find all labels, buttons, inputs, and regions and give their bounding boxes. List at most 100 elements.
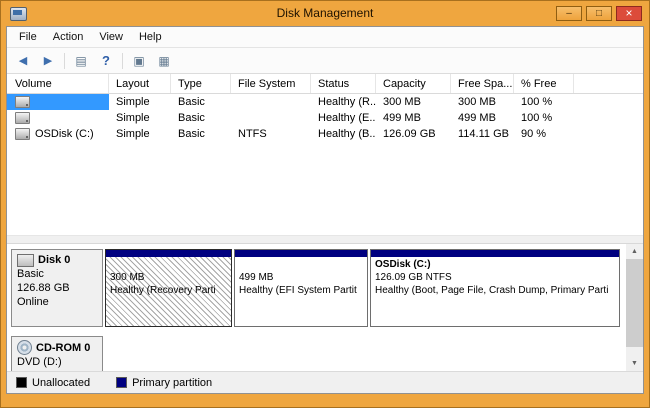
toolbar-separator	[64, 53, 65, 69]
legend-primary-partition: Primary partition	[116, 377, 212, 389]
column-header-status[interactable]: Status	[311, 74, 376, 93]
drive-icon	[15, 128, 30, 140]
pane-splitter[interactable]	[7, 235, 643, 244]
toolbar-separator	[122, 53, 123, 69]
partition-size: 300 MB	[110, 271, 227, 284]
minimize-button[interactable]: –	[556, 6, 582, 21]
drive-icon	[15, 112, 30, 124]
legend-unallocated: Unallocated	[16, 377, 90, 389]
partition-recovery[interactable]: 300 MB Healthy (Recovery Parti	[105, 249, 232, 327]
type-cell: Basic	[171, 110, 231, 126]
column-header-layout[interactable]: Layout	[109, 74, 171, 93]
layout-cell: Simple	[109, 94, 171, 110]
cdrom-label-panel[interactable]: CD-ROM 0 DVD (D:)	[11, 336, 103, 371]
type-cell: Basic	[171, 94, 231, 110]
client-area: File Action View Help ◀ ▶ ▤ ? ▣ ▦ Volume…	[6, 26, 644, 394]
pct-free-cell: 100 %	[514, 110, 574, 126]
titlebar[interactable]: Disk Management – □ ×	[1, 1, 649, 26]
capacity-cell: 499 MB	[376, 110, 451, 126]
disk0-size: 126.88 GB	[17, 281, 98, 295]
volume-cell	[7, 110, 109, 126]
primary-partition-swatch	[116, 377, 127, 388]
partition-color-bar	[106, 250, 231, 257]
legend-label: Primary partition	[132, 377, 212, 389]
partition-color-bar	[371, 250, 619, 257]
partition-status: Healthy (Boot, Page File, Crash Dump, Pr…	[375, 284, 615, 297]
legend-label: Unallocated	[32, 377, 90, 389]
window-title: Disk Management	[1, 1, 649, 26]
capacity-cell: 300 MB	[376, 94, 451, 110]
file-system-cell	[231, 110, 311, 126]
cdrom-type: DVD (D:)	[17, 355, 98, 369]
column-header-type[interactable]: Type	[171, 74, 231, 93]
partition-size: 126.09 GB NTFS	[375, 271, 615, 284]
partition-efi[interactable]: 499 MB Healthy (EFI System Partit	[234, 249, 368, 327]
computer-icon[interactable]: ▣	[130, 52, 148, 69]
disk0-type: Basic	[17, 267, 98, 281]
pct-free-cell: 90 %	[514, 126, 574, 142]
layout-cell: Simple	[109, 126, 171, 142]
table-row-recovery[interactable]: Simple Basic Healthy (R... 300 MB 300 MB…	[7, 94, 643, 110]
status-cell: Healthy (E...	[311, 110, 376, 126]
back-icon[interactable]: ◀	[14, 52, 32, 69]
column-header-filler	[574, 74, 643, 93]
partition-name: OSDisk (C:)	[375, 258, 615, 271]
capacity-cell: 126.09 GB	[376, 126, 451, 142]
menu-view[interactable]: View	[91, 29, 131, 45]
graphical-view-pane: Disk 0 Basic 126.88 GB Online 300 MB Hea…	[7, 244, 643, 371]
column-header-pct-free[interactable]: % Free	[514, 74, 574, 93]
drive-icon	[15, 96, 30, 108]
disk0-status: Online	[17, 295, 98, 309]
unallocated-swatch	[16, 377, 27, 388]
file-system-cell: NTFS	[231, 126, 311, 142]
cdrom-name: CD-ROM 0	[36, 341, 90, 355]
table-row-osdisk[interactable]: OSDisk (C:) Simple Basic NTFS Healthy (B…	[7, 126, 643, 142]
column-header-capacity[interactable]: Capacity	[376, 74, 451, 93]
partition-osdisk[interactable]: OSDisk (C:) 126.09 GB NTFS Healthy (Boot…	[370, 249, 620, 327]
disk0-row: Disk 0 Basic 126.88 GB Online 300 MB Hea…	[11, 249, 620, 327]
vertical-scrollbar[interactable]: ▲ ▼	[626, 244, 643, 371]
scroll-up-icon[interactable]: ▲	[626, 244, 643, 259]
partition-size: 499 MB	[239, 271, 363, 284]
disk0-label-panel[interactable]: Disk 0 Basic 126.88 GB Online	[11, 249, 103, 327]
cdrom-row: CD-ROM 0 DVD (D:)	[11, 336, 620, 371]
type-cell: Basic	[171, 126, 231, 142]
partition-status: Healthy (EFI System Partit	[239, 284, 363, 297]
console-tree-icon[interactable]: ▤	[72, 52, 90, 69]
layout-cell: Simple	[109, 110, 171, 126]
free-space-cell: 300 MB	[451, 94, 514, 110]
column-header-free-space[interactable]: Free Spa...	[451, 74, 514, 93]
maximize-button[interactable]: □	[586, 6, 612, 21]
cd-rom-icon	[17, 340, 32, 355]
volume-list-header: Volume Layout Type File System Status Ca…	[7, 74, 643, 94]
disk-management-window: Disk Management – □ × File Action View H…	[0, 0, 650, 408]
toolbar: ◀ ▶ ▤ ? ▣ ▦	[7, 48, 643, 74]
partition-color-bar	[235, 250, 367, 257]
menu-bar: File Action View Help	[7, 27, 643, 48]
forward-icon[interactable]: ▶	[39, 52, 57, 69]
free-space-cell: 114.11 GB	[451, 126, 514, 142]
menu-file[interactable]: File	[11, 29, 45, 45]
file-system-cell	[231, 94, 311, 110]
status-cell: Healthy (R...	[311, 94, 376, 110]
help-icon[interactable]: ?	[97, 52, 115, 69]
close-button[interactable]: ×	[616, 6, 642, 21]
disk0-name: Disk 0	[38, 253, 70, 267]
scrollbar-thumb[interactable]	[626, 259, 643, 347]
window-controls: – □ ×	[556, 6, 642, 21]
free-space-cell: 499 MB	[451, 110, 514, 126]
volume-cell	[7, 94, 109, 110]
pct-free-cell: 100 %	[514, 94, 574, 110]
legend-bar: Unallocated Primary partition	[7, 371, 643, 393]
column-header-volume[interactable]: Volume	[7, 74, 109, 93]
table-row-efi[interactable]: Simple Basic Healthy (E... 499 MB 499 MB…	[7, 110, 643, 126]
disk-list-icon[interactable]: ▦	[155, 52, 173, 69]
scroll-down-icon[interactable]: ▼	[626, 356, 643, 371]
volume-cell: OSDisk (C:)	[7, 126, 109, 142]
partition-status: Healthy (Recovery Parti	[110, 284, 227, 297]
column-header-file-system[interactable]: File System	[231, 74, 311, 93]
menu-help[interactable]: Help	[131, 29, 170, 45]
hard-disk-icon	[17, 254, 34, 267]
disk0-partitions: 300 MB Healthy (Recovery Parti 499 MB He…	[105, 249, 620, 327]
menu-action[interactable]: Action	[45, 29, 92, 45]
